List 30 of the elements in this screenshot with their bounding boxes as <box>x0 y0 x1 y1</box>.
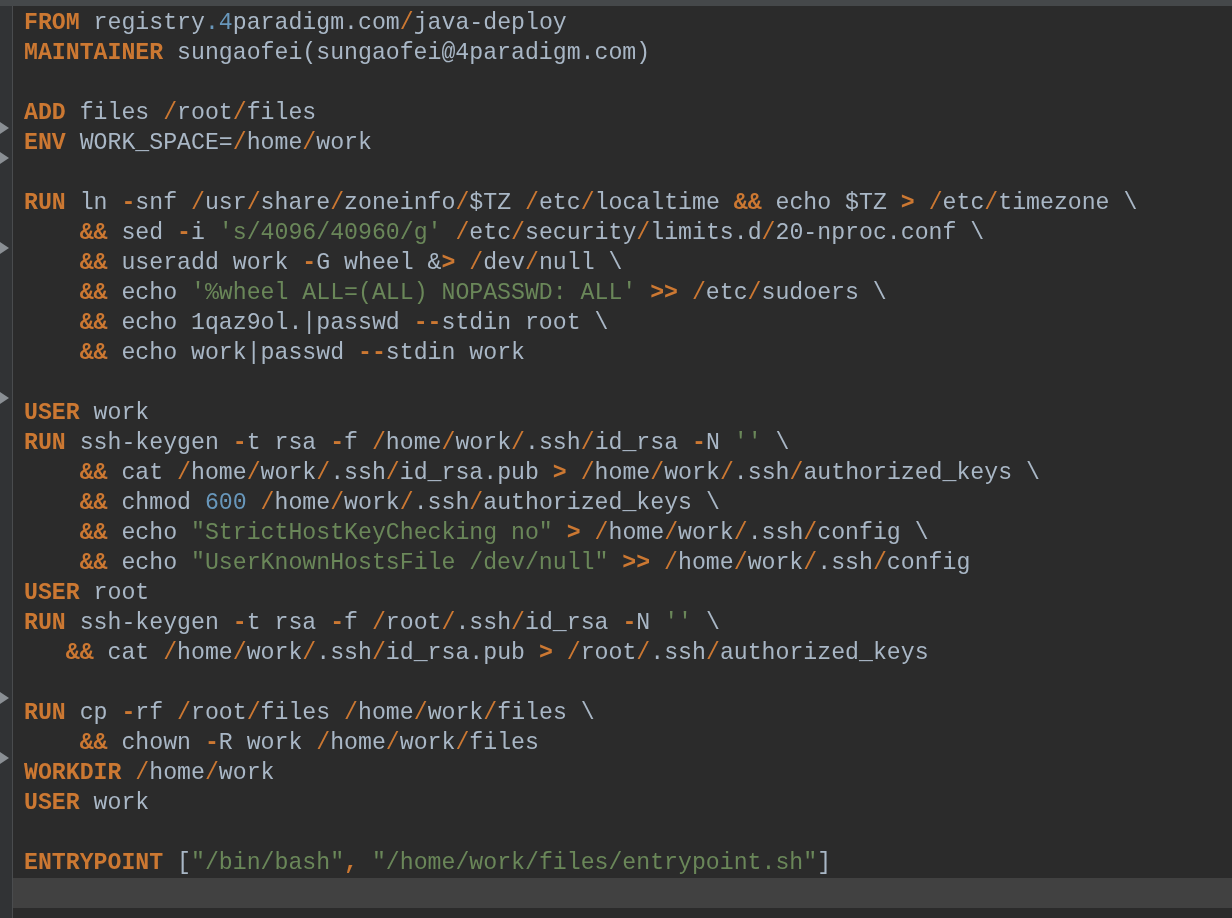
code-line: WORKDIR /home/work <box>24 759 275 788</box>
code-line: FROM registry.4paradigm.com/java-deploy <box>24 9 567 38</box>
code-line: RUN ssh-keygen -t rsa -f /home/work/.ssh/id_rsa -N '' \ <box>24 429 790 458</box>
code-line: ADD files /root/files <box>24 99 317 128</box>
code-line: && cat /home/work/.ssh/id_rsa.pub > /root/.ssh/authorized_keys <box>64 639 929 668</box>
code-line: USER work <box>24 789 150 818</box>
fold-marker-icon[interactable] <box>0 392 9 404</box>
code-line: && echo '%wheel ALL=(ALL) NOPASSWD: ALL' >> /etc/sudoers \ <box>78 279 887 308</box>
code-line: MAINTAINER sungaofei(sungaofei@4paradigm.com) <box>24 39 651 68</box>
code-line: && echo work|passwd --stdin work <box>78 339 525 368</box>
code-line: && useradd work -G wheel &> /dev/null \ <box>78 249 623 278</box>
fold-marker-icon[interactable] <box>0 752 9 764</box>
code-line: && cat /home/work/.ssh/id_rsa.pub > /home/work/.ssh/authorized_keys \ <box>78 459 1040 488</box>
fold-marker-icon[interactable] <box>0 692 9 704</box>
code-line: USER root <box>24 579 150 608</box>
fold-marker-icon[interactable] <box>0 122 9 134</box>
code-line: && sed -i 's/4096/40960/g' /etc/security/limits.d/20-nproc.conf \ <box>78 219 985 248</box>
code-line: && chown -R work /home/work/files <box>78 729 539 758</box>
code-line: USER work <box>24 399 150 428</box>
code-line: ENTRYPOINT ["/bin/bash", "/home/work/files/entrypoint.sh"] <box>24 849 832 878</box>
code-line: RUN ssh-keygen -t rsa -f /root/.ssh/id_rsa -N '' \ <box>24 609 720 638</box>
code-line: && echo 1qaz9ol.|passwd --stdin root \ <box>78 309 609 338</box>
code-line: RUN ln -snf /usr/share/zoneinfo/$TZ /etc/localtime && echo $TZ > /etc/timezone \ <box>24 189 1138 218</box>
fold-marker-icon[interactable] <box>0 152 9 164</box>
code-line: RUN cp -rf /root/files /home/work/files \ <box>24 699 595 728</box>
code-line: && echo "UserKnownHostsFile /dev/null" >> /home/work/.ssh/config <box>78 549 971 578</box>
code-line: ENV WORK_SPACE=/home/work <box>24 129 372 158</box>
fold-marker-icon[interactable] <box>0 242 9 254</box>
code-line: && echo "StrictHostKeyChecking no" > /home/work/.ssh/config \ <box>78 519 929 548</box>
code-line: && chmod 600 /home/work/.ssh/authorized_keys \ <box>78 489 720 518</box>
